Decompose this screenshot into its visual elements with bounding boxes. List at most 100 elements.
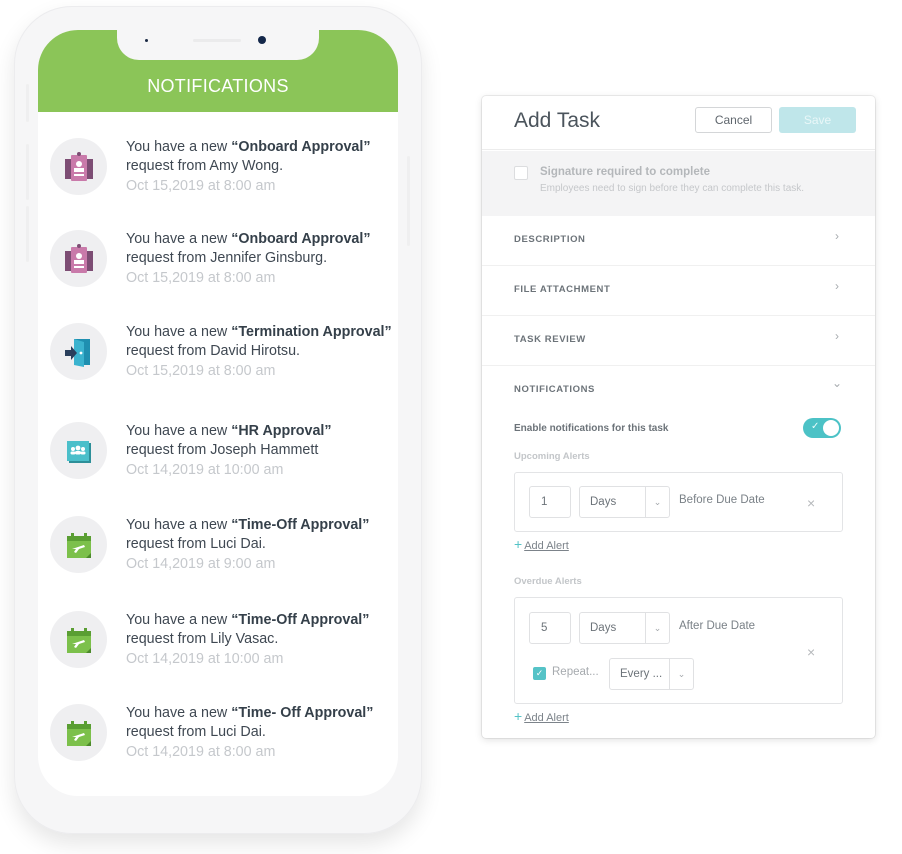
chevron-right-icon: › bbox=[835, 329, 839, 343]
request-type: “Time-Off Approval” bbox=[231, 612, 370, 628]
signature-title: Signature required to complete bbox=[540, 166, 710, 178]
signature-subtitle: Employees need to sign before they can c… bbox=[540, 183, 805, 194]
notification-text: You have a new “HR Approval” request fro… bbox=[126, 422, 396, 480]
upcoming-alert-box: 1 Days ⌄ Before Due Date × bbox=[514, 472, 843, 532]
notification-avatar bbox=[50, 611, 107, 668]
save-button[interactable]: Save bbox=[779, 107, 856, 133]
phone-volume-down bbox=[26, 206, 29, 262]
front-camera bbox=[258, 36, 266, 44]
calendar-flight-icon bbox=[66, 720, 91, 746]
request-sender: request from Jennifer Ginsburg. bbox=[126, 249, 328, 266]
notification-item[interactable]: You have a new “Onboard Approval” reques… bbox=[38, 230, 398, 310]
notification-text: You have a new “Time-Off Approval” reque… bbox=[126, 611, 396, 669]
panel-header: Add Task Cancel Save bbox=[482, 96, 875, 150]
overdue-unit-select[interactable]: Days ⌄ bbox=[579, 612, 670, 644]
request-sender: request from Luci Dai. bbox=[126, 723, 266, 740]
notification-item[interactable]: You have a new “Onboard Approval” reques… bbox=[38, 138, 398, 218]
notification-text: You have a new “Time-Off Approval” reque… bbox=[126, 516, 396, 574]
notification-time: Oct 14,2019 at 10:00 am bbox=[126, 462, 284, 478]
chevron-down-icon: ⌄ bbox=[645, 487, 669, 517]
calendar-flight-icon bbox=[66, 532, 91, 558]
notification-item[interactable]: You have a new “Termination Approval” re… bbox=[38, 323, 398, 403]
upcoming-alerts-label: Upcoming Alerts bbox=[514, 451, 590, 462]
phone-power-button bbox=[407, 156, 410, 246]
add-overdue-alert-link[interactable]: + Add Alert bbox=[514, 708, 569, 724]
notifications-header: NOTIFICATIONS bbox=[38, 30, 398, 112]
section-label: NOTIFICATIONS bbox=[514, 384, 595, 395]
overdue-alert-box: 5 Days ⌄ After Due Date × ✓ Repeat... Ev… bbox=[514, 597, 843, 704]
request-type: “Time- Off Approval” bbox=[231, 705, 374, 721]
phone-mockup: NOTIFICATIONS You have a new “Onboard Ap… bbox=[14, 6, 422, 834]
panel-title: Add Task bbox=[514, 109, 600, 132]
notification-text: You have a new “Termination Approval” re… bbox=[126, 323, 396, 381]
notifications-title: NOTIFICATIONS bbox=[147, 76, 289, 96]
section-label: FILE ATTACHMENT bbox=[514, 284, 611, 295]
phone-volume-up bbox=[26, 144, 29, 200]
toggle-knob bbox=[823, 420, 839, 436]
request-sender: request from Luci Dai. bbox=[126, 535, 266, 552]
request-type: “Onboard Approval” bbox=[231, 139, 371, 155]
phone-silent-switch bbox=[26, 84, 29, 122]
section-label: TASK REVIEW bbox=[514, 334, 586, 345]
request-type: “Onboard Approval” bbox=[231, 231, 371, 247]
phone-screen: NOTIFICATIONS You have a new “Onboard Ap… bbox=[38, 30, 398, 796]
request-type: “Time-Off Approval” bbox=[231, 517, 370, 533]
remove-alert-icon[interactable]: × bbox=[807, 644, 815, 660]
microphone-dot bbox=[145, 39, 148, 42]
notification-time: Oct 14,2019 at 9:00 am bbox=[126, 556, 276, 572]
notification-text: You have a new “Onboard Approval” reques… bbox=[126, 138, 396, 196]
signature-checkbox[interactable] bbox=[514, 166, 528, 180]
plus-icon: + bbox=[514, 536, 523, 552]
enable-notifications-label: Enable notifications for this task bbox=[514, 423, 669, 434]
notification-avatar bbox=[50, 230, 107, 287]
notification-text: You have a new “Time- Off Approval” requ… bbox=[126, 704, 396, 762]
upcoming-unit-select[interactable]: Days ⌄ bbox=[579, 486, 670, 518]
chevron-down-icon: ⌄ bbox=[831, 376, 843, 390]
notification-time: Oct 15,2019 at 8:00 am bbox=[126, 363, 276, 379]
chevron-right-icon: › bbox=[835, 279, 839, 293]
phone-notch bbox=[117, 30, 319, 60]
plus-icon: + bbox=[514, 708, 523, 724]
notification-time: Oct 14,2019 at 10:00 am bbox=[126, 651, 284, 667]
notification-item[interactable]: You have a new “Time- Off Approval” requ… bbox=[38, 704, 398, 784]
request-sender: request from Lily Vasac. bbox=[126, 630, 279, 647]
notification-avatar bbox=[50, 323, 107, 380]
overdue-relation: After Due Date bbox=[679, 620, 756, 632]
notification-avatar bbox=[50, 516, 107, 573]
section-notifications[interactable]: NOTIFICATIONS ⌄ bbox=[482, 366, 875, 416]
upcoming-amount-input[interactable]: 1 bbox=[529, 486, 571, 518]
speaker-grille bbox=[193, 39, 241, 42]
section-task-review[interactable]: TASK REVIEW › bbox=[482, 316, 875, 366]
notification-time: Oct 14,2019 at 8:00 am bbox=[126, 744, 276, 760]
request-sender: request from Amy Wong. bbox=[126, 157, 284, 174]
onboard-badge-icon bbox=[64, 151, 93, 181]
signature-option: Signature required to complete Employees… bbox=[482, 151, 875, 216]
request-sender: request from David Hirotsu. bbox=[126, 342, 301, 359]
cancel-button[interactable]: Cancel bbox=[695, 107, 772, 133]
notification-time: Oct 15,2019 at 8:00 am bbox=[126, 270, 276, 286]
enable-notifications-toggle[interactable]: ✓ bbox=[803, 418, 841, 438]
repeat-frequency-select[interactable]: Every ... ⌄ bbox=[609, 658, 694, 690]
upcoming-relation: Before Due Date bbox=[679, 494, 765, 506]
repeat-checkbox[interactable]: ✓ bbox=[533, 667, 546, 680]
notification-item[interactable]: You have a new “Time-Off Approval” reque… bbox=[38, 611, 398, 691]
hr-team-icon bbox=[66, 440, 91, 463]
section-file-attachment[interactable]: FILE ATTACHMENT › bbox=[482, 266, 875, 316]
repeat-label: Repeat... bbox=[552, 666, 599, 678]
calendar-flight-icon bbox=[66, 627, 91, 653]
chevron-down-icon: ⌄ bbox=[645, 613, 669, 643]
onboard-badge-icon bbox=[64, 243, 93, 273]
section-description[interactable]: DESCRIPTION › bbox=[482, 216, 875, 266]
request-type: “HR Approval” bbox=[231, 423, 332, 439]
exit-door-icon bbox=[64, 338, 90, 367]
notification-time: Oct 15,2019 at 8:00 am bbox=[126, 178, 276, 194]
remove-alert-icon[interactable]: × bbox=[807, 495, 815, 511]
notification-item[interactable]: You have a new “HR Approval” request fro… bbox=[38, 422, 398, 502]
add-upcoming-alert-link[interactable]: + Add Alert bbox=[514, 536, 569, 552]
section-label: DESCRIPTION bbox=[514, 234, 586, 245]
notification-avatar bbox=[50, 138, 107, 195]
request-sender: request from Joseph Hammett bbox=[126, 441, 319, 458]
overdue-amount-input[interactable]: 5 bbox=[529, 612, 571, 644]
notification-item[interactable]: You have a new “Time-Off Approval” reque… bbox=[38, 516, 398, 596]
notification-text: You have a new “Onboard Approval” reques… bbox=[126, 230, 396, 288]
